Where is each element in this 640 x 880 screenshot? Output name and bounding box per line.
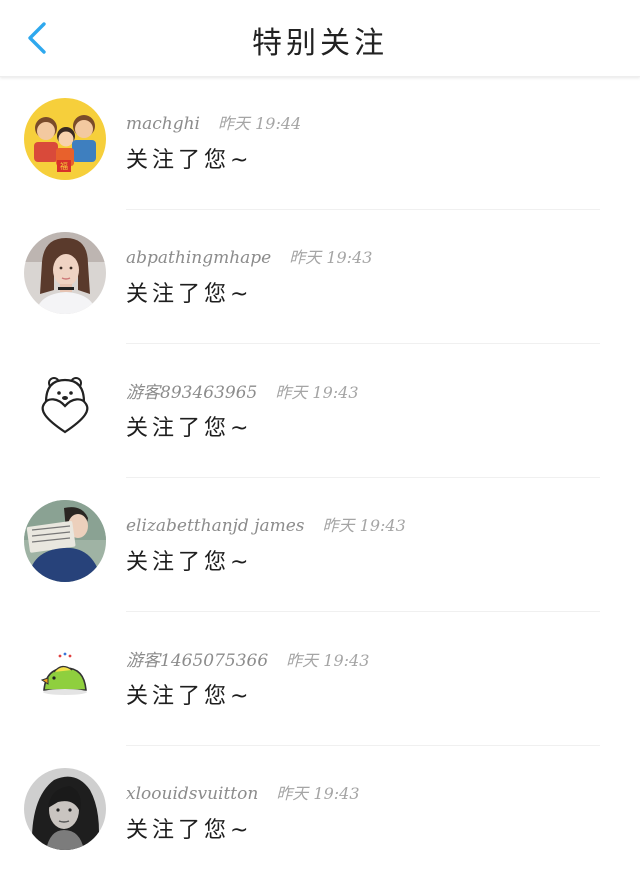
message-text: 关注了您~	[126, 416, 253, 441]
notification-list: 福 machghi 昨天 19:44 关注了您~ abpathingmhape …	[0, 76, 640, 880]
woman-bw-photo-icon	[24, 768, 106, 850]
avatar[interactable]	[24, 634, 106, 716]
username[interactable]: elizabetthanjd james	[126, 516, 305, 536]
username[interactable]: xloouidsvuitton	[126, 784, 258, 804]
message-text: 关注了您~	[126, 282, 253, 307]
username[interactable]: 游客1465075366	[126, 651, 268, 671]
timestamp: 昨天 19:43	[286, 651, 370, 670]
item-meta: abpathingmhape 昨天 19:43	[126, 244, 372, 268]
timestamp: 昨天 19:43	[276, 784, 360, 803]
message-text: 关注了您~	[126, 148, 253, 173]
message-text: 关注了您~	[126, 818, 253, 843]
item-meta: 游客1465075366 昨天 19:43	[126, 646, 369, 671]
avatar[interactable]: 福	[24, 98, 106, 180]
list-item[interactable]: elizabetthanjd james 昨天 19:43 关注了您~	[0, 478, 640, 612]
list-item[interactable]: xloouidsvuitton 昨天 19:43 关注了您~	[0, 746, 640, 880]
avatar[interactable]	[24, 768, 106, 850]
girl-photo-icon	[24, 232, 106, 314]
list-item[interactable]: 福 machghi 昨天 19:44 关注了您~	[0, 76, 640, 210]
bear-heart-icon	[24, 366, 106, 448]
item-meta: elizabetthanjd james 昨天 19:43	[126, 512, 406, 536]
reading-boy-icon	[24, 500, 106, 582]
item-meta: machghi 昨天 19:44	[126, 110, 301, 134]
green-bird-icon	[24, 634, 106, 716]
avatar[interactable]	[24, 232, 106, 314]
message-text: 关注了您~	[126, 684, 253, 709]
timestamp: 昨天 19:43	[322, 516, 406, 535]
username[interactable]: machghi	[126, 114, 200, 134]
page-title: 特别关注	[252, 26, 388, 61]
timestamp: 昨天 19:43	[275, 383, 359, 402]
item-meta: xloouidsvuitton 昨天 19:43	[126, 780, 360, 804]
svg-text:福: 福	[60, 162, 68, 171]
timestamp: 昨天 19:44	[218, 114, 302, 133]
timestamp: 昨天 19:43	[289, 248, 373, 267]
username[interactable]: 游客893463965	[126, 383, 257, 403]
list-item[interactable]: 游客893463965 昨天 19:43 关注了您~	[0, 344, 640, 478]
cartoon-family-icon: 福	[24, 98, 106, 180]
avatar[interactable]	[24, 500, 106, 582]
list-item[interactable]: abpathingmhape 昨天 19:43 关注了您~	[0, 210, 640, 344]
list-item[interactable]: 游客1465075366 昨天 19:43 关注了您~	[0, 612, 640, 746]
username[interactable]: abpathingmhape	[126, 248, 271, 268]
avatar[interactable]	[24, 366, 106, 448]
top-bar: 特别关注	[0, 0, 640, 77]
item-meta: 游客893463965 昨天 19:43	[126, 378, 359, 403]
message-text: 关注了您~	[126, 550, 253, 575]
